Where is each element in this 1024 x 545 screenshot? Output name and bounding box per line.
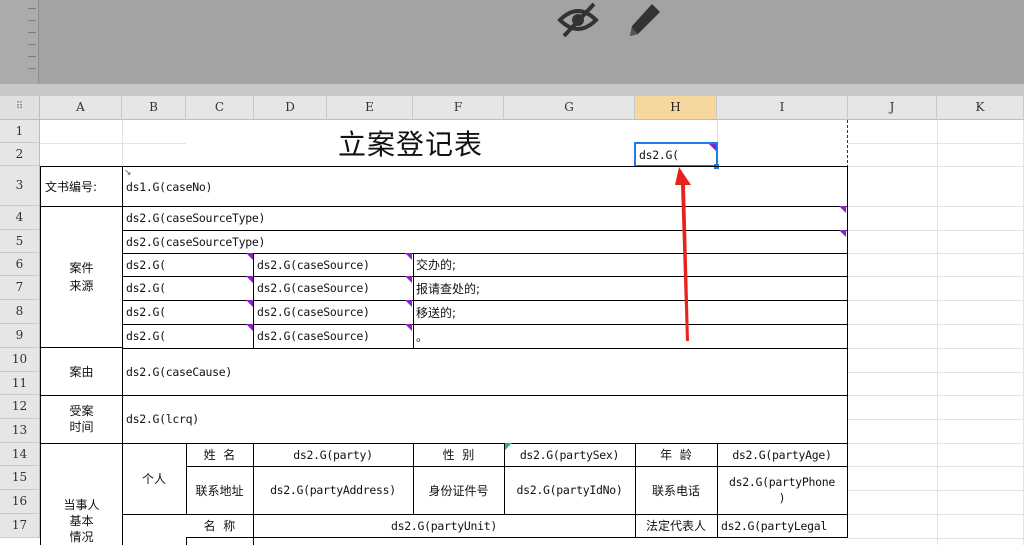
row-header-5[interactable]: 5	[0, 230, 40, 253]
cause-label[interactable]: 案由	[40, 348, 123, 396]
column-header-h[interactable]: H	[635, 96, 717, 120]
source-value-1[interactable]: ds2.G(caseSource)	[253, 253, 414, 277]
row-header-16[interactable]: 16	[0, 490, 40, 514]
address-label[interactable]: 联系地址	[186, 466, 254, 515]
annotation-arrow	[675, 167, 691, 341]
column-header-a[interactable]: A	[40, 96, 122, 120]
pencil-icon[interactable]	[620, 0, 664, 44]
unit-name-label[interactable]: 名 称	[186, 514, 254, 538]
column-header-d[interactable]: D	[254, 96, 327, 120]
row-header-17[interactable]: 17	[0, 514, 40, 538]
column-header-e[interactable]: E	[327, 96, 413, 120]
column-header-b[interactable]: B	[122, 96, 186, 120]
age-value[interactable]: ds2.G(partyAge)	[717, 443, 848, 467]
phone-value[interactable]: ds2.G(partyPhone )	[717, 466, 848, 515]
source-prefix-1[interactable]: ds2.G(	[122, 253, 254, 277]
row-header-1[interactable]: 1	[0, 120, 40, 143]
legal-rep-value[interactable]: ds2.G(partyLegal	[717, 514, 848, 538]
column-header-f[interactable]: F	[413, 96, 504, 120]
accept-time-value[interactable]: ds2.G(lcrq)	[122, 395, 848, 444]
unit-value[interactable]: ds2.G(partyUnit)	[253, 514, 636, 538]
row-header-10[interactable]: 10	[0, 348, 40, 372]
source-value-2[interactable]: ds2.G(caseSource)	[253, 276, 414, 301]
source-value-4[interactable]: ds2.G(caseSource)	[253, 324, 414, 349]
case-source-label[interactable]: 案件 来源	[40, 206, 123, 348]
source-text-1[interactable]: 交办的;	[413, 253, 848, 277]
source-prefix-4[interactable]: ds2.G(	[122, 324, 254, 349]
source-value-3[interactable]: ds2.G(caseSource)	[253, 300, 414, 325]
spreadsheet-grid[interactable]: ⠿ A B C D E F G H I J K 1 2 3 4 5 6 7 8 …	[0, 96, 1024, 545]
party-label[interactable]: 当事人 基本 情况	[40, 443, 123, 545]
select-all-corner[interactable]: ⠿	[0, 96, 40, 120]
source-text-3[interactable]: 移送的;	[413, 300, 848, 325]
sex-label[interactable]: 性 别	[413, 443, 505, 467]
vertical-ruler	[0, 0, 39, 84]
row-header-13[interactable]: 13	[0, 419, 40, 443]
row-header-6[interactable]: 6	[0, 253, 40, 276]
source-text-4[interactable]: 。	[413, 324, 848, 349]
column-header-g[interactable]: G	[504, 96, 635, 120]
row-header-15[interactable]: 15	[0, 466, 40, 490]
row-header-12[interactable]: 12	[0, 395, 40, 419]
row-header-14[interactable]: 14	[0, 443, 40, 466]
address-value[interactable]: ds2.G(partyAddress)	[253, 466, 414, 515]
case-source-type-2[interactable]: ds2.G(caseSourceType)	[122, 230, 848, 254]
doc-no-label[interactable]: 文书编号:	[40, 166, 123, 207]
row-header-2[interactable]: 2	[0, 143, 40, 166]
source-prefix-3[interactable]: ds2.G(	[122, 300, 254, 325]
row-header-8[interactable]: 8	[0, 300, 40, 324]
accept-time-label[interactable]: 受案 时间	[40, 395, 123, 444]
row-header-4[interactable]: 4	[0, 206, 40, 230]
legal-rep-label[interactable]: 法定代表人	[635, 514, 718, 538]
toolbar	[0, 0, 1024, 85]
sex-value[interactable]: ds2.G(partySex)	[504, 443, 636, 467]
row-header-3[interactable]: 3	[0, 166, 40, 206]
name-value[interactable]: ds2.G(party)	[253, 443, 414, 467]
id-label[interactable]: 身份证件号	[413, 466, 505, 515]
source-text-2[interactable]: 报请查处的;	[413, 276, 848, 301]
individual-label[interactable]: 个人	[122, 443, 187, 515]
doc-no-value[interactable]: ds1.G(caseNo)	[122, 166, 848, 207]
column-header-k[interactable]: K	[937, 96, 1024, 120]
sheet-title[interactable]: 立案登记表	[186, 120, 635, 166]
toolbar-gap	[0, 84, 1024, 96]
column-header-j[interactable]: J	[848, 96, 937, 120]
row-header-9[interactable]: 9	[0, 324, 40, 348]
name-label[interactable]: 姓 名	[186, 443, 254, 467]
column-header-i[interactable]: I	[717, 96, 848, 120]
phone-label[interactable]: 联系电话	[635, 466, 718, 515]
eye-off-icon[interactable]	[556, 0, 600, 44]
age-label[interactable]: 年 龄	[635, 443, 718, 467]
case-source-type-1[interactable]: ds2.G(caseSourceType)	[122, 206, 848, 231]
cause-value[interactable]: ds2.G(caseCause)	[122, 348, 848, 396]
row-header-7[interactable]: 7	[0, 276, 40, 300]
selection-box[interactable]	[634, 142, 718, 167]
source-prefix-2[interactable]: ds2.G(	[122, 276, 254, 301]
column-header-c[interactable]: C	[186, 96, 254, 120]
row-header-11[interactable]: 11	[0, 372, 40, 395]
id-value[interactable]: ds2.G(partyIdNo)	[504, 466, 636, 515]
